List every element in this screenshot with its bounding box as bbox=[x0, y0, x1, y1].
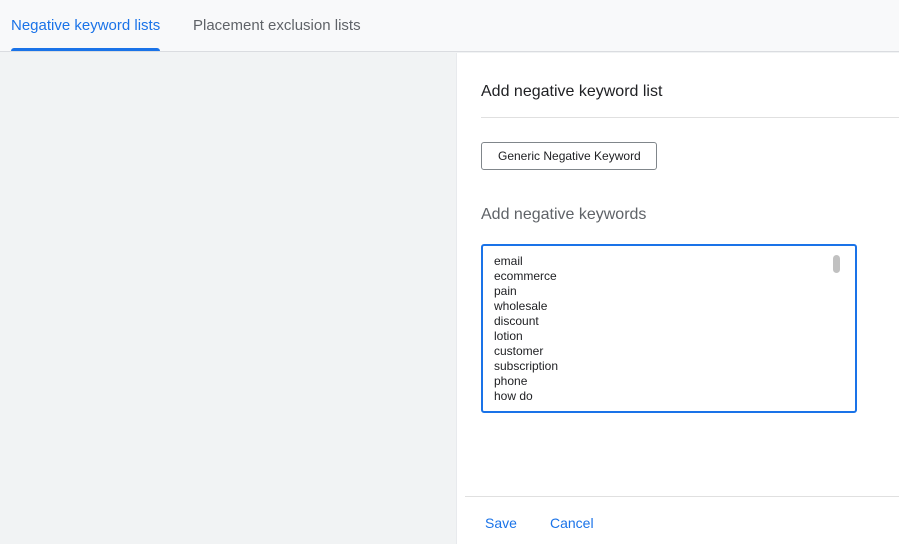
keyword-item: discount bbox=[494, 314, 539, 328]
save-button[interactable]: Save bbox=[485, 515, 517, 531]
keyword-item: email bbox=[494, 254, 523, 268]
keyword-item: wholesale bbox=[494, 299, 548, 313]
textarea-scrollbar[interactable] bbox=[833, 255, 840, 273]
left-pane bbox=[0, 53, 456, 544]
keywords-section-title: Add negative keywords bbox=[481, 206, 647, 223]
keywords-textarea[interactable]: email ecommerce pain wholesale discount … bbox=[481, 244, 857, 413]
keyword-item: subscription bbox=[494, 359, 559, 373]
keyword-item: pain bbox=[494, 284, 517, 298]
keyword-item: how do bbox=[494, 389, 533, 403]
add-list-panel: Add negative keyword list Add negative k… bbox=[456, 53, 899, 544]
tab-negative-keyword-lists[interactable]: Negative keyword lists bbox=[11, 0, 160, 52]
keyword-item: customer bbox=[494, 344, 544, 358]
panel-title: Add negative keyword list bbox=[481, 83, 663, 100]
keyword-item: ecommerce bbox=[494, 269, 557, 283]
keyword-item: lotion bbox=[494, 329, 523, 343]
cancel-button[interactable]: Cancel bbox=[550, 515, 594, 531]
tab-placement-exclusion-lists[interactable]: Placement exclusion lists bbox=[193, 0, 361, 52]
keyword-item: phone bbox=[494, 374, 528, 388]
list-name-input[interactable] bbox=[481, 142, 657, 170]
title-divider bbox=[481, 117, 899, 118]
active-tab-indicator bbox=[11, 48, 160, 51]
keyword-list: email ecommerce pain wholesale discount … bbox=[494, 254, 558, 404]
tab-bar: Negative keyword lists Placement exclusi… bbox=[0, 0, 899, 52]
footer-divider bbox=[465, 496, 899, 497]
